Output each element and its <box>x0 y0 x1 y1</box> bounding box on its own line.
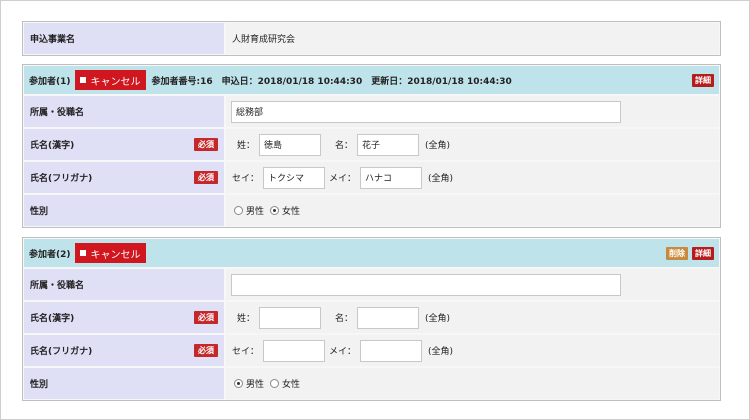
participant-title: 参加者(2) <box>29 249 71 260</box>
radio-selected-icon <box>270 206 280 215</box>
participant-header: 参加者(1) キャンセル 参加者番号:16 申込日：2018/01/18 10:… <box>24 66 719 94</box>
detail-button[interactable]: 詳細 <box>692 247 714 260</box>
participant-header: 参加者(2) キャンセル 削除 詳細 <box>24 239 719 267</box>
cancel-label: キャンセル <box>90 76 141 88</box>
name-kanji-label: 氏名(漢字) 必須 <box>24 302 224 333</box>
cancel-label: キャンセル <box>90 249 141 261</box>
required-badge: 必須 <box>194 138 218 151</box>
radio-icon <box>234 206 243 215</box>
mei-kana-input[interactable]: ハナコ <box>360 166 423 189</box>
name-kana-label-text: 氏名(フリガナ) <box>30 174 93 184</box>
sei-kana-input[interactable] <box>263 339 326 362</box>
name-kana-label: 氏名(フリガナ) 必須 <box>24 335 224 366</box>
zenkaku-note: (全角) <box>428 347 454 357</box>
sei-kana-label: セイ： <box>232 174 260 184</box>
cancel-button[interactable]: キャンセル <box>74 70 146 90</box>
sei-kana-input[interactable]: トクシマ <box>263 166 326 189</box>
name-kanji-label-text: 氏名(漢字) <box>30 314 75 324</box>
gender-female-option[interactable]: 女性 <box>270 204 300 217</box>
detail-button[interactable]: 詳細 <box>692 74 714 87</box>
gender-female-label: 女性 <box>282 207 301 217</box>
gender-female-option[interactable]: 女性 <box>270 377 300 390</box>
dept-label: 所属・役職名 <box>24 269 224 300</box>
radio-icon <box>270 379 280 388</box>
gender-male-label: 男性 <box>246 207 265 217</box>
zenkaku-note: (全角) <box>425 141 451 151</box>
participant-title: 参加者(1) <box>29 76 71 87</box>
name-kanji-label: 氏名(漢字) 必須 <box>24 129 224 160</box>
delete-button[interactable]: 削除 <box>666 247 688 260</box>
gender-male-option[interactable]: 男性 <box>234 377 264 390</box>
required-badge: 必須 <box>194 171 218 184</box>
sei-input[interactable]: 徳島 <box>259 133 322 156</box>
dept-label: 所属・役職名 <box>24 96 224 127</box>
participant-2-section: 参加者(2) キャンセル 削除 詳細 所属・役職名 氏名(漢字) 必須 姓： 名… <box>22 237 721 401</box>
sei-label: 姓： <box>237 314 256 324</box>
radio-selected-icon <box>234 379 243 388</box>
mei-label: 名： <box>335 141 354 151</box>
cancel-button[interactable]: キャンセル <box>74 243 146 263</box>
participant-1-section: 参加者(1) キャンセル 参加者番号:16 申込日：2018/01/18 10:… <box>22 64 721 228</box>
sei-label: 姓： <box>237 141 256 151</box>
gender-female-label: 女性 <box>282 380 301 390</box>
event-name-label: 申込事業名 <box>24 23 224 54</box>
mei-kana-input[interactable] <box>360 339 423 362</box>
zenkaku-note: (全角) <box>425 314 451 324</box>
gender-male-label: 男性 <box>246 380 265 390</box>
mei-input[interactable]: 花子 <box>357 133 420 156</box>
dept-input[interactable] <box>231 273 621 296</box>
name-kana-label: 氏名(フリガナ) 必須 <box>24 162 224 193</box>
event-name-text: 人財育成研究会 <box>232 35 296 45</box>
mei-label: 名： <box>335 314 354 324</box>
name-kana-label-text: 氏名(フリガナ) <box>30 347 93 357</box>
required-badge: 必須 <box>194 311 218 324</box>
gender-label: 性別 <box>24 368 224 399</box>
participant-meta: 参加者番号:16 申込日：2018/01/18 10:44:30 更新日：201… <box>151 76 512 87</box>
mei-input[interactable] <box>357 306 420 329</box>
sei-input[interactable] <box>259 306 322 329</box>
gender-label: 性別 <box>24 195 224 226</box>
mei-kana-label: メイ： <box>329 347 357 357</box>
sei-kana-label: セイ： <box>232 347 260 357</box>
event-name-value: 人財育成研究会 <box>226 23 719 54</box>
name-kanji-label-text: 氏名(漢字) <box>30 141 75 151</box>
dept-input[interactable]: 総務部 <box>231 100 621 123</box>
required-badge: 必須 <box>194 344 218 357</box>
mei-kana-label: メイ： <box>329 174 357 184</box>
event-name-section: 申込事業名 人財育成研究会 <box>22 21 721 56</box>
zenkaku-note: (全角) <box>428 174 454 184</box>
checkbox-icon <box>79 250 86 256</box>
gender-male-option[interactable]: 男性 <box>234 204 264 217</box>
checkbox-icon <box>79 77 86 83</box>
